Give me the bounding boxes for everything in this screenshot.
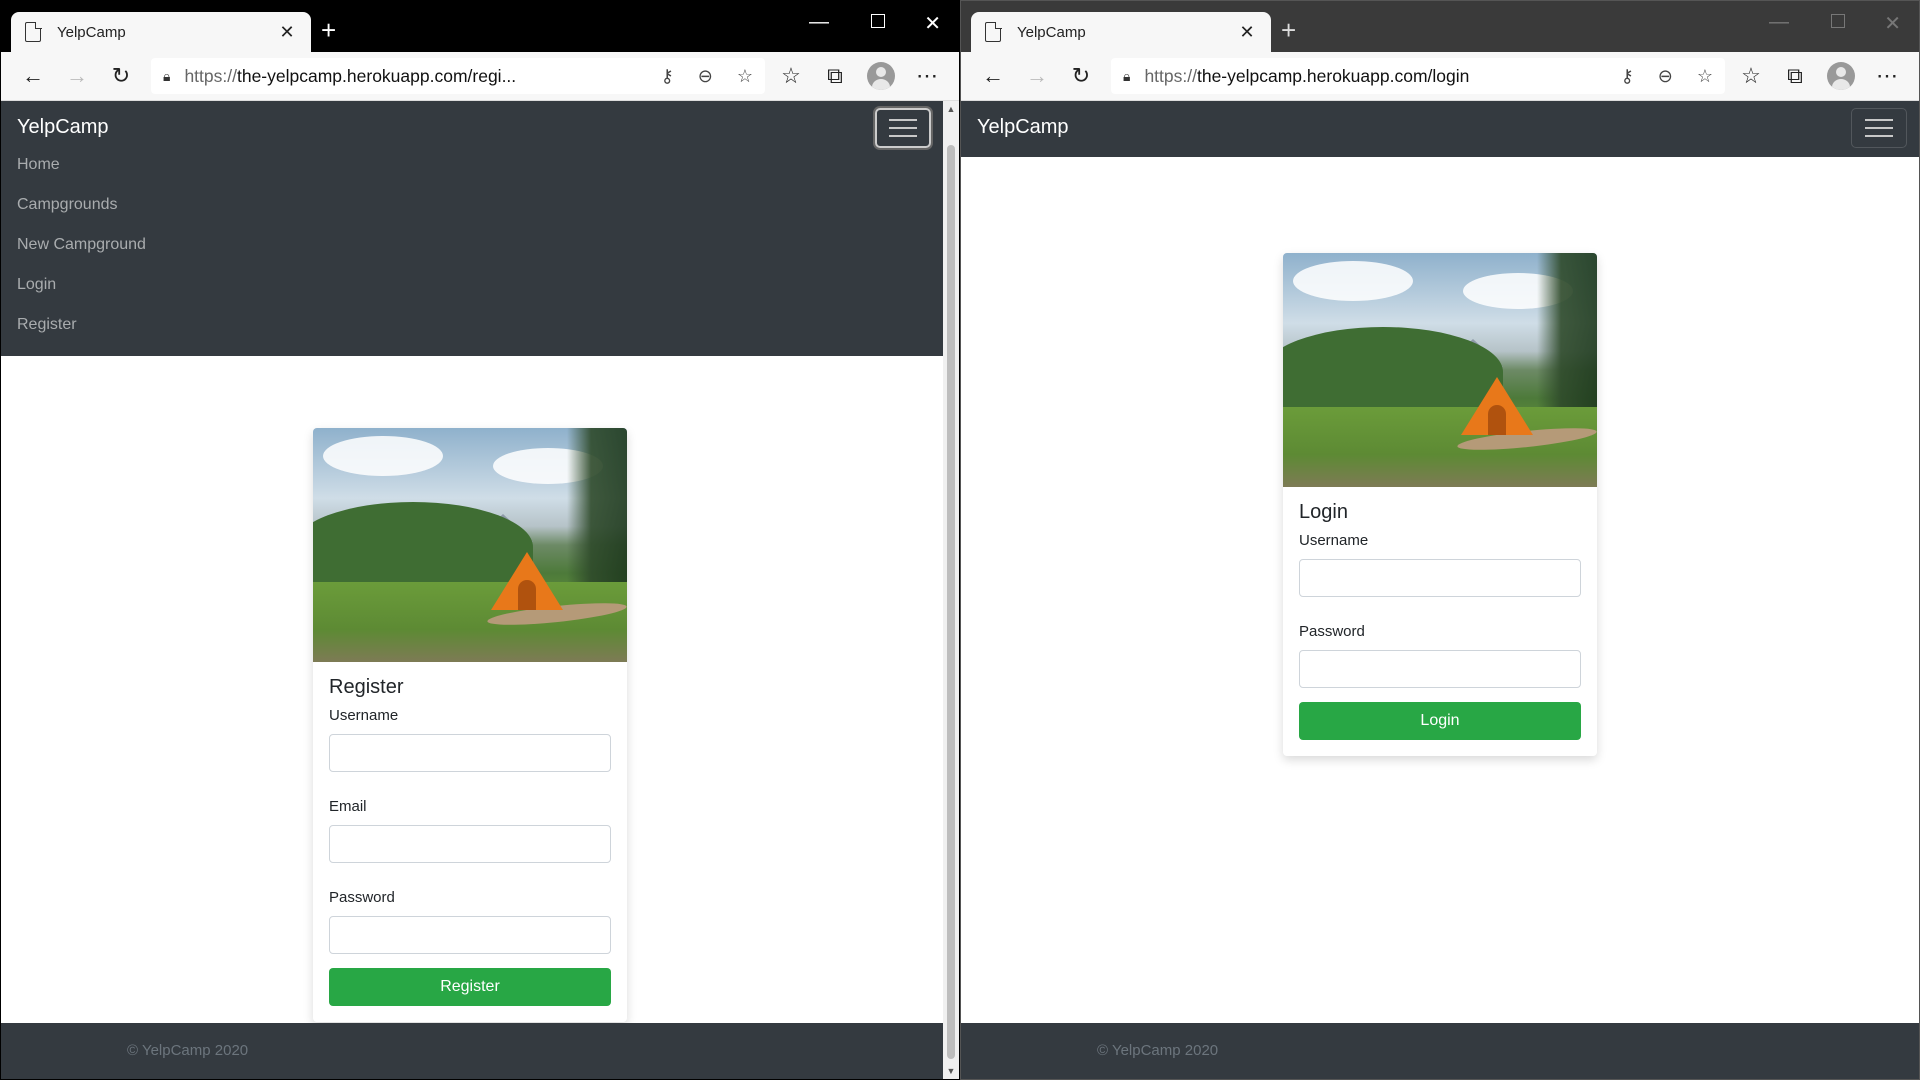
nav-link-register[interactable]: Register: [17, 305, 927, 345]
scrollbar-thumb[interactable]: [947, 145, 955, 1059]
browser-window-register: YelpCamp ✕ + — ✕ ← → ↻ 🔒︎ https://the-ye…: [0, 0, 960, 1080]
browser-tab[interactable]: YelpCamp ✕: [971, 12, 1271, 52]
register-card: Register Username Email Password Registe…: [313, 428, 627, 1022]
nav-links: Home Campgrounds New Campground Login Re…: [1, 139, 943, 353]
campsite-image: [1283, 253, 1597, 487]
lock-icon[interactable]: 🔒︎: [1123, 68, 1130, 85]
new-tab-plus-icon[interactable]: +: [321, 15, 336, 46]
forward-arrow-icon[interactable]: →: [1015, 58, 1059, 94]
url-text: https://the-yelpcamp.herokuapp.com/regi.…: [184, 65, 517, 86]
nav-link-new-campground[interactable]: New Campground: [17, 225, 927, 265]
page-viewport: YelpCamp Home Campgrounds New Campground…: [1, 101, 943, 1079]
login-form: Login Username Password Login: [1283, 487, 1597, 756]
username-input[interactable]: [1299, 559, 1581, 597]
tab-close-icon[interactable]: ✕: [277, 22, 297, 43]
login-card: Login Username Password Login: [1283, 253, 1597, 756]
favorites-icon[interactable]: ☆: [1729, 58, 1773, 94]
password-label: Password: [329, 889, 395, 906]
add-favorite-icon[interactable]: ☆: [1697, 66, 1713, 87]
username-input[interactable]: [329, 734, 611, 772]
campsite-image: [313, 428, 627, 662]
card-title: Register: [329, 676, 404, 698]
collections-icon[interactable]: ⧉: [813, 58, 857, 94]
window-close-icon[interactable]: ✕: [1884, 11, 1901, 36]
maximize-icon[interactable]: [871, 11, 885, 34]
minimize-icon[interactable]: —: [809, 11, 829, 34]
username-label: Username: [1299, 532, 1369, 549]
email-input[interactable]: [329, 825, 611, 863]
footer-text: © YelpCamp 2020: [127, 1042, 249, 1059]
title-bar: YelpCamp ✕ + — ✕: [961, 1, 1919, 52]
brand[interactable]: YelpCamp: [1, 101, 943, 139]
navbar: YelpCamp: [961, 101, 1919, 157]
scroll-down-icon[interactable]: ▼: [943, 1063, 959, 1079]
navbar: YelpCamp Home Campgrounds New Campground…: [1, 101, 943, 356]
card-title: Login: [1299, 501, 1348, 523]
scrollbar[interactable]: ▲ ▼: [943, 101, 959, 1079]
tab-title: YelpCamp: [1017, 23, 1086, 41]
footer: © YelpCamp 2020: [961, 1023, 1919, 1079]
profile-icon[interactable]: [1827, 62, 1855, 90]
footer-text: © YelpCamp 2020: [1097, 1042, 1219, 1059]
back-arrow-icon[interactable]: ←: [971, 58, 1015, 94]
browser-window-login: YelpCamp ✕ + — ✕ ← → ↻ 🔒︎ https://the-ye…: [960, 0, 1920, 1080]
window-close-icon[interactable]: ✕: [924, 11, 941, 36]
address-bar[interactable]: 🔒︎ https://the-yelpcamp.herokuapp.com/re…: [151, 58, 765, 94]
navbar-toggler-hamburger-icon[interactable]: [875, 108, 931, 148]
maximize-icon[interactable]: [1831, 11, 1845, 34]
footer: © YelpCamp 2020: [1, 1023, 943, 1079]
password-input[interactable]: [1299, 650, 1581, 688]
zoom-out-icon[interactable]: ⊖: [698, 66, 713, 87]
zoom-out-icon[interactable]: ⊖: [1658, 66, 1673, 87]
refresh-icon[interactable]: ↻: [99, 58, 143, 94]
password-label: Password: [1299, 623, 1365, 640]
nav-link-campgrounds[interactable]: Campgrounds: [17, 185, 927, 225]
brand[interactable]: YelpCamp: [961, 101, 1919, 139]
page-icon: [25, 21, 42, 42]
password-input[interactable]: [329, 916, 611, 954]
forward-arrow-icon[interactable]: →: [55, 58, 99, 94]
register-button[interactable]: Register: [329, 968, 611, 1006]
page-viewport: YelpCamp Login Username Password Login ©…: [961, 101, 1919, 1079]
nav-link-home[interactable]: Home: [17, 145, 927, 185]
address-bar[interactable]: 🔒︎ https://the-yelpcamp.herokuapp.com/lo…: [1111, 58, 1725, 94]
email-label: Email: [329, 798, 367, 815]
browser-toolbar: ← → ↻ 🔒︎ https://the-yelpcamp.herokuapp.…: [1, 52, 959, 101]
collections-icon[interactable]: ⧉: [1773, 58, 1817, 94]
minimize-icon[interactable]: —: [1769, 11, 1789, 34]
register-form: Register Username Email Password Registe…: [313, 662, 627, 1022]
tab-close-icon[interactable]: ✕: [1237, 22, 1257, 43]
add-favorite-icon[interactable]: ☆: [737, 66, 753, 87]
tab-title: YelpCamp: [57, 23, 126, 41]
username-label: Username: [329, 707, 399, 724]
nav-link-login[interactable]: Login: [17, 265, 927, 305]
refresh-icon[interactable]: ↻: [1059, 58, 1103, 94]
navbar-toggler-hamburger-icon[interactable]: [1851, 108, 1907, 148]
url-text: https://the-yelpcamp.herokuapp.com/login: [1144, 65, 1470, 86]
browser-tab[interactable]: YelpCamp ✕: [11, 12, 311, 52]
browser-toolbar: ← → ↻ 🔒︎ https://the-yelpcamp.herokuapp.…: [961, 52, 1919, 101]
page-icon: [985, 21, 1002, 42]
more-icon[interactable]: ⋯: [905, 58, 949, 94]
key-icon[interactable]: ⚷: [661, 66, 674, 87]
scroll-up-icon[interactable]: ▲: [943, 101, 959, 117]
favorites-icon[interactable]: ☆: [769, 58, 813, 94]
key-icon[interactable]: ⚷: [1621, 66, 1634, 87]
new-tab-plus-icon[interactable]: +: [1281, 15, 1296, 46]
profile-icon[interactable]: [867, 62, 895, 90]
more-icon[interactable]: ⋯: [1865, 58, 1909, 94]
back-arrow-icon[interactable]: ←: [11, 58, 55, 94]
login-button[interactable]: Login: [1299, 702, 1581, 740]
title-bar: YelpCamp ✕ + — ✕: [1, 1, 959, 52]
lock-icon[interactable]: 🔒︎: [163, 68, 170, 85]
